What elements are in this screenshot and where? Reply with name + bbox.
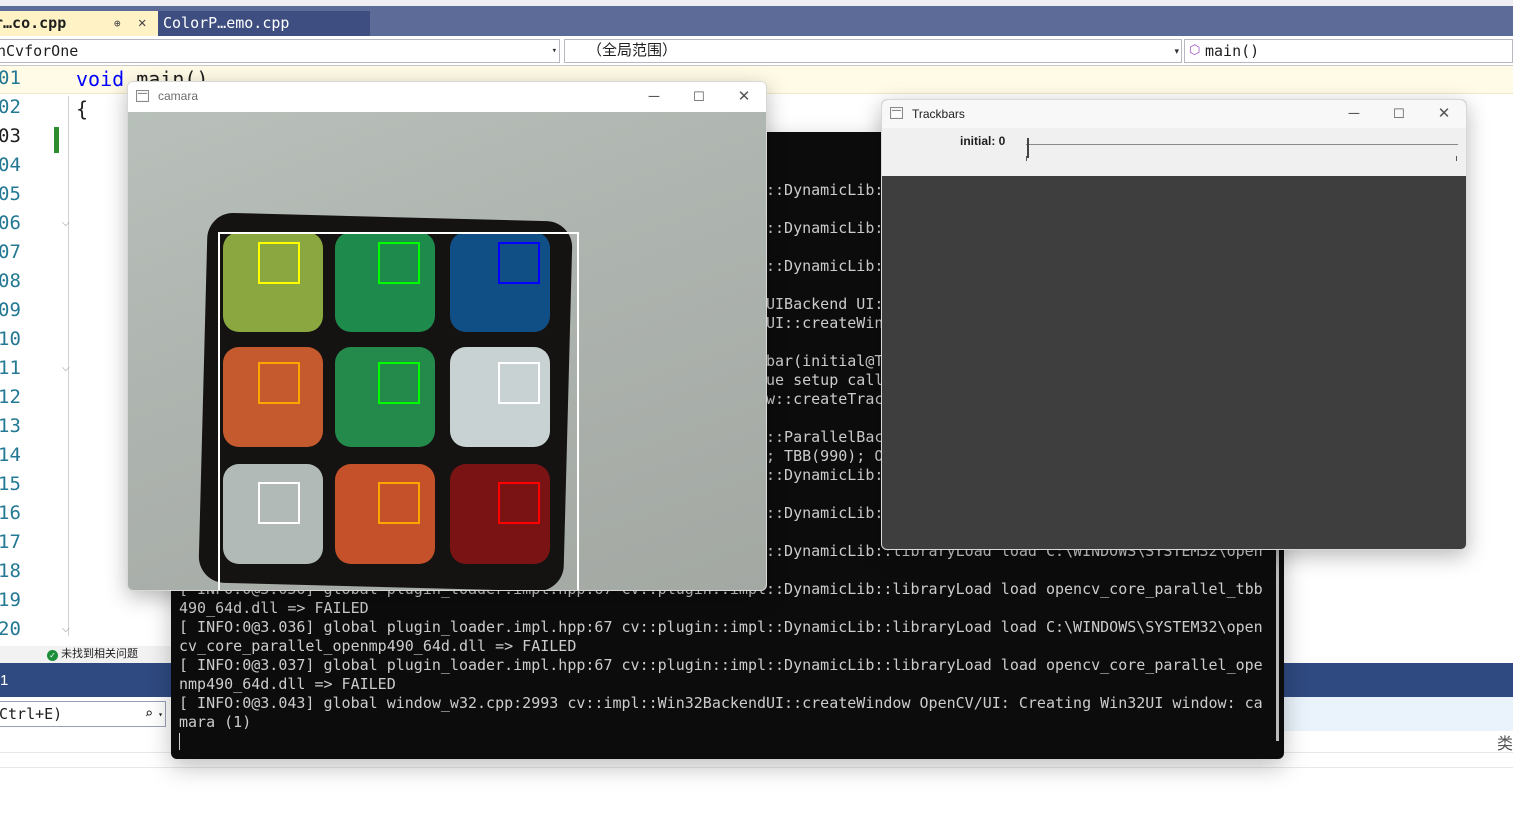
- window-icon: [890, 107, 903, 119]
- line-number: 04: [0, 154, 21, 176]
- project-dropdown[interactable]: nCvforOne ▾: [0, 39, 560, 63]
- line-number: 07: [0, 241, 21, 263]
- trackbar-thumb[interactable]: [1027, 138, 1029, 158]
- line-number: 14: [0, 444, 21, 466]
- trackbars-titlebar[interactable]: Trackbars ─ ☐ ✕: [882, 100, 1466, 128]
- tab-file-1-label: r…co.cpp: [0, 14, 67, 32]
- roi-box: [378, 362, 420, 404]
- trackbars-window[interactable]: Trackbars ─ ☐ ✕ initial: 0: [881, 99, 1467, 550]
- console-scrollbar[interactable]: [1276, 545, 1279, 741]
- maximize-button[interactable]: ☐: [686, 86, 712, 108]
- output-list-header: [1284, 697, 1513, 731]
- roi-box: [258, 242, 300, 284]
- navigation-bar: nCvforOne ▾ （全局范围） ▾ ⬡ main(): [0, 36, 1513, 66]
- line-number: 12: [0, 386, 21, 408]
- tab-file-2[interactable]: ColorP…emo.cpp: [158, 11, 370, 36]
- maximize-button[interactable]: ☐: [1386, 103, 1412, 125]
- line-number: 13: [0, 415, 21, 437]
- line-number: 02: [0, 96, 21, 118]
- line-number: 05: [0, 183, 21, 205]
- camara-title: camara: [158, 89, 199, 103]
- search-placeholder: Ctrl+E): [0, 705, 63, 723]
- roi-box: [258, 362, 300, 404]
- fold-icon[interactable]: ⌵: [62, 218, 70, 229]
- fold-icon[interactable]: ⌵: [62, 363, 70, 374]
- roi-box: [498, 362, 540, 404]
- member-label: main(): [1205, 42, 1260, 60]
- issues-status[interactable]: ✓ 未找到相关问题: [0, 646, 175, 663]
- roi-box: [258, 482, 300, 524]
- tab-file-2-label: ColorP…emo.cpp: [163, 14, 290, 32]
- line-number: 01: [0, 67, 21, 89]
- search-icon[interactable]: ⌕: [145, 702, 153, 726]
- close-icon[interactable]: ✕: [138, 11, 146, 36]
- window-icon: [136, 90, 149, 102]
- scope-label: （全局范围）: [587, 42, 678, 59]
- line-number: 11: [0, 357, 21, 379]
- console-cursor: [179, 733, 180, 750]
- line-number: 06: [0, 212, 21, 234]
- line-number: 15: [0, 473, 21, 495]
- line-number: 03: [0, 125, 21, 147]
- trackbars-title: Trackbars: [912, 107, 965, 121]
- cube-icon: ⬡: [1189, 43, 1201, 58]
- close-button[interactable]: ✕: [731, 86, 757, 108]
- minimize-button[interactable]: ─: [1341, 103, 1367, 125]
- trackbar-label: initial: 0: [960, 134, 1006, 148]
- camera-frame: [128, 112, 766, 590]
- member-dropdown[interactable]: ⬡ main(): [1184, 39, 1513, 63]
- change-marker: [54, 127, 59, 153]
- line-number: 19: [0, 589, 21, 611]
- line-number: 09: [0, 299, 21, 321]
- minimize-button[interactable]: ─: [641, 86, 667, 108]
- trackbar-track[interactable]: [1026, 144, 1458, 145]
- line-number: 20: [0, 618, 21, 640]
- code-line-2: {: [76, 97, 89, 121]
- scope-dropdown[interactable]: （全局范围） ▾: [564, 39, 1182, 63]
- editor-tab-bar: r…co.cpp ⊕ ✕ ColorP…emo.cpp: [0, 6, 1513, 36]
- roi-box: [498, 482, 540, 524]
- camara-window[interactable]: camara ─ ☐ ✕: [127, 81, 767, 591]
- side-column-label: 类: [1497, 736, 1513, 753]
- chevron-down-icon[interactable]: ▾: [552, 40, 557, 62]
- pin-icon[interactable]: ⊕: [114, 11, 121, 36]
- line-number: 18: [0, 560, 21, 582]
- line-number: 17: [0, 531, 21, 553]
- ok-icon: ✓: [47, 650, 58, 661]
- tab-file-1[interactable]: r…co.cpp ⊕ ✕: [0, 11, 158, 36]
- trackbar-tick: [1456, 156, 1457, 161]
- chevron-down-icon[interactable]: ▾: [158, 703, 163, 726]
- search-input[interactable]: Ctrl+E) ⌕ ▾: [0, 701, 166, 727]
- detection-frame: [218, 232, 579, 590]
- roi-box: [378, 242, 420, 284]
- project-label: nCvforOne: [0, 42, 79, 60]
- line-number: 10: [0, 328, 21, 350]
- chevron-down-icon[interactable]: ▾: [1174, 40, 1179, 62]
- issues-label: 未找到相关问题: [61, 648, 138, 660]
- line-number: 08: [0, 270, 21, 292]
- roi-box: [498, 242, 540, 284]
- fold-icon[interactable]: ⌵: [62, 624, 70, 635]
- camara-titlebar[interactable]: camara ─ ☐ ✕: [128, 82, 766, 112]
- trackbar-panel: initial: 0: [882, 128, 1466, 176]
- line-number: 16: [0, 502, 21, 524]
- output-header-label: 1: [0, 672, 9, 689]
- roi-box: [378, 482, 420, 524]
- trackbar-tick: [1026, 156, 1027, 161]
- close-button[interactable]: ✕: [1431, 103, 1457, 125]
